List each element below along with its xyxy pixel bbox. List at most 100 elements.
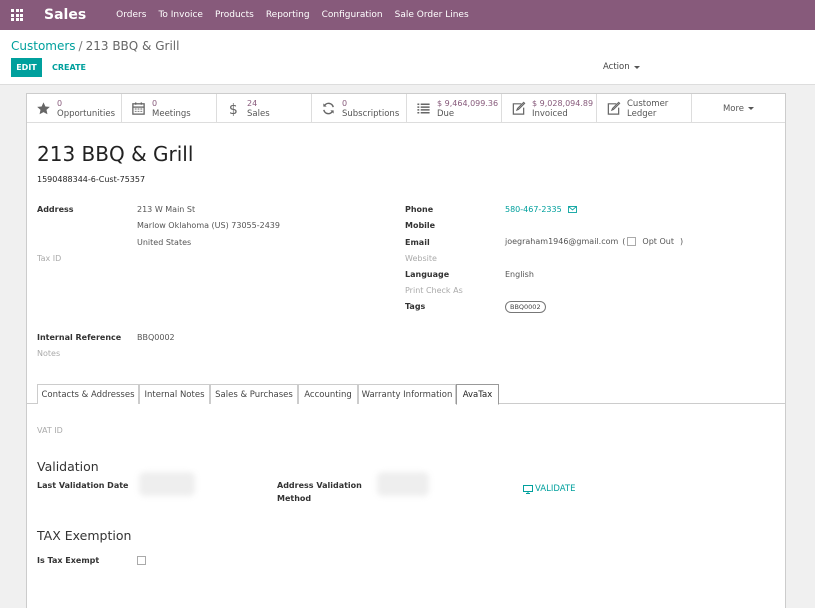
edit-icon (607, 101, 621, 115)
notebook-tabs: Contacts & Addresses Internal Notes Sale… (27, 382, 785, 405)
tax-id-label: Tax ID (37, 254, 62, 263)
menu-products[interactable]: Products (215, 10, 254, 20)
notes-label: Notes (37, 349, 61, 358)
create-button[interactable]: CREATE (52, 58, 86, 77)
stat-value: 0 (342, 98, 348, 108)
stat-opportunities[interactable]: 0 Opportunities (27, 94, 122, 123)
menu-configuration[interactable]: Configuration (322, 10, 383, 20)
tab-internal-notes[interactable]: Internal Notes (139, 384, 210, 404)
dollar-icon: $ (229, 102, 238, 116)
breadcrumb-separator: / (78, 39, 83, 53)
address-validation-label-2: Method (277, 494, 312, 503)
stat-value: $ 9,464,099.36 (437, 98, 499, 108)
svg-text:$: $ (229, 102, 238, 116)
internal-ref-value: BBQ0002 (137, 333, 175, 342)
stat-label: Due (437, 108, 455, 119)
internal-ref-label: Internal Reference (37, 333, 122, 342)
tab-contacts-addresses[interactable]: Contacts & Addresses (37, 384, 139, 404)
refresh-icon (323, 102, 334, 115)
address-line1: 213 W Main St (137, 205, 196, 214)
address-line3: United States (137, 238, 192, 247)
app-brand[interactable]: Sales (44, 7, 86, 23)
menu-sale-order-lines[interactable]: Sale Order Lines (395, 10, 469, 20)
stat-customer-ledger[interactable]: Customer Ledger (597, 94, 692, 123)
validate-button[interactable]: VALIDATE (523, 484, 575, 494)
website-label: Website (405, 254, 437, 263)
language-label: Language (405, 270, 450, 279)
stat-invoiced[interactable]: $ 9,028,094.89 Invoiced (502, 94, 597, 123)
edit-icon (512, 101, 526, 115)
calendar-icon (132, 102, 145, 115)
tab-accounting[interactable]: Accounting (298, 384, 358, 404)
more-label: More (722, 103, 745, 114)
address-validation-label-1: Address Validation (277, 481, 362, 490)
stat-due[interactable]: $ 9,464,099.36 Due (407, 94, 502, 123)
stat-label: Invoiced (532, 108, 568, 119)
tab-warranty-information[interactable]: Warranty Information (358, 384, 456, 404)
validate-label: VALIDATE (535, 484, 576, 494)
monitor-icon (523, 484, 533, 494)
email-value: joegraham1946@gmail.com (505, 237, 619, 246)
caret-down-icon (633, 65, 640, 69)
validation-title: Validation (37, 459, 99, 474)
is-tax-exempt-checkbox[interactable] (137, 556, 146, 565)
caret-down-icon (748, 107, 755, 110)
opt-out-checkbox[interactable] (627, 237, 637, 246)
control-panel: Customers/213 BBQ & Grill EDIT CREATE Ac… (0, 30, 815, 85)
is-tax-exempt-label: Is Tax Exempt (37, 556, 100, 565)
address-line2: Marlow Oklahoma (US) 73055-2439 (137, 221, 280, 230)
form-sheet: 0 Opportunities 0 Meetings $ 24 Sales 0 Subs… (26, 93, 786, 608)
menu-to-invoice[interactable]: To Invoice (158, 10, 203, 20)
phone-field: 580-467-2335 (505, 205, 577, 214)
stat-value: 0 (152, 98, 158, 108)
breadcrumb: Customers/213 BBQ & Grill (11, 39, 179, 53)
stat-button-box: 0 Opportunities 0 Meetings $ 24 Sales 0 Subs… (27, 94, 785, 123)
email-label: Email (405, 238, 430, 247)
action-label: Action (603, 62, 630, 72)
paren-close: ) (679, 237, 684, 246)
last-validation-label: Last Validation Date (37, 481, 129, 490)
edit-button[interactable]: EDIT (11, 58, 42, 77)
stat-value: 24 (247, 98, 258, 108)
tab-avatax[interactable]: AvaTax (456, 384, 499, 405)
tag-badge[interactable]: BBQ0002 (505, 301, 546, 313)
vat-id-label: VAT ID (37, 426, 63, 435)
envelope-icon[interactable] (567, 206, 577, 213)
partner-name: 213 BBQ & Grill (37, 142, 194, 166)
last-validation-value (139, 472, 195, 496)
tax-exemption-title: TAX Exemption (37, 528, 132, 543)
stat-label: Sales (247, 108, 270, 119)
stat-label: Meetings (152, 108, 191, 119)
tab-sales-purchases[interactable]: Sales & Purchases (210, 384, 298, 404)
stat-meetings[interactable]: 0 Meetings (122, 94, 217, 123)
star-icon (37, 102, 50, 115)
language-value: English (505, 270, 534, 279)
breadcrumb-current: 213 BBQ & Grill (85, 39, 180, 53)
list-icon (417, 103, 430, 114)
stat-subscriptions[interactable]: 0 Subscriptions (312, 94, 407, 123)
paren-open: ( (622, 237, 626, 246)
menu-orders[interactable]: Orders (116, 10, 146, 20)
stat-label: Ledger (627, 108, 657, 119)
stat-label: Opportunities (57, 108, 115, 119)
stat-label: Subscriptions (342, 108, 400, 119)
stat-label: Customer (627, 98, 669, 109)
apps-menu-icon[interactable] (0, 0, 34, 30)
stat-value: 0 (57, 98, 63, 108)
more-dropdown[interactable]: More (692, 94, 785, 123)
stat-sales[interactable]: $ 24 Sales (217, 94, 312, 123)
tags-label: Tags (405, 302, 426, 311)
address-validation-value (377, 472, 429, 496)
address-label: Address (37, 205, 74, 214)
print-check-label: Print Check As (405, 286, 463, 295)
phone-label: Phone (405, 205, 434, 214)
partner-ref-code: 1590488344-6-Cust-75357 (37, 175, 146, 184)
phone-link[interactable]: 580-467-2335 (505, 205, 562, 214)
action-dropdown[interactable]: Action (603, 62, 640, 72)
mobile-label: Mobile (405, 221, 436, 230)
breadcrumb-customers[interactable]: Customers (11, 39, 76, 53)
stat-value: $ 9,028,094.89 (532, 98, 594, 108)
opt-out-label: Opt Out (642, 237, 674, 246)
menu-reporting[interactable]: Reporting (266, 10, 310, 20)
email-field: joegraham1946@gmail.com ( Opt Out ) (505, 237, 683, 246)
